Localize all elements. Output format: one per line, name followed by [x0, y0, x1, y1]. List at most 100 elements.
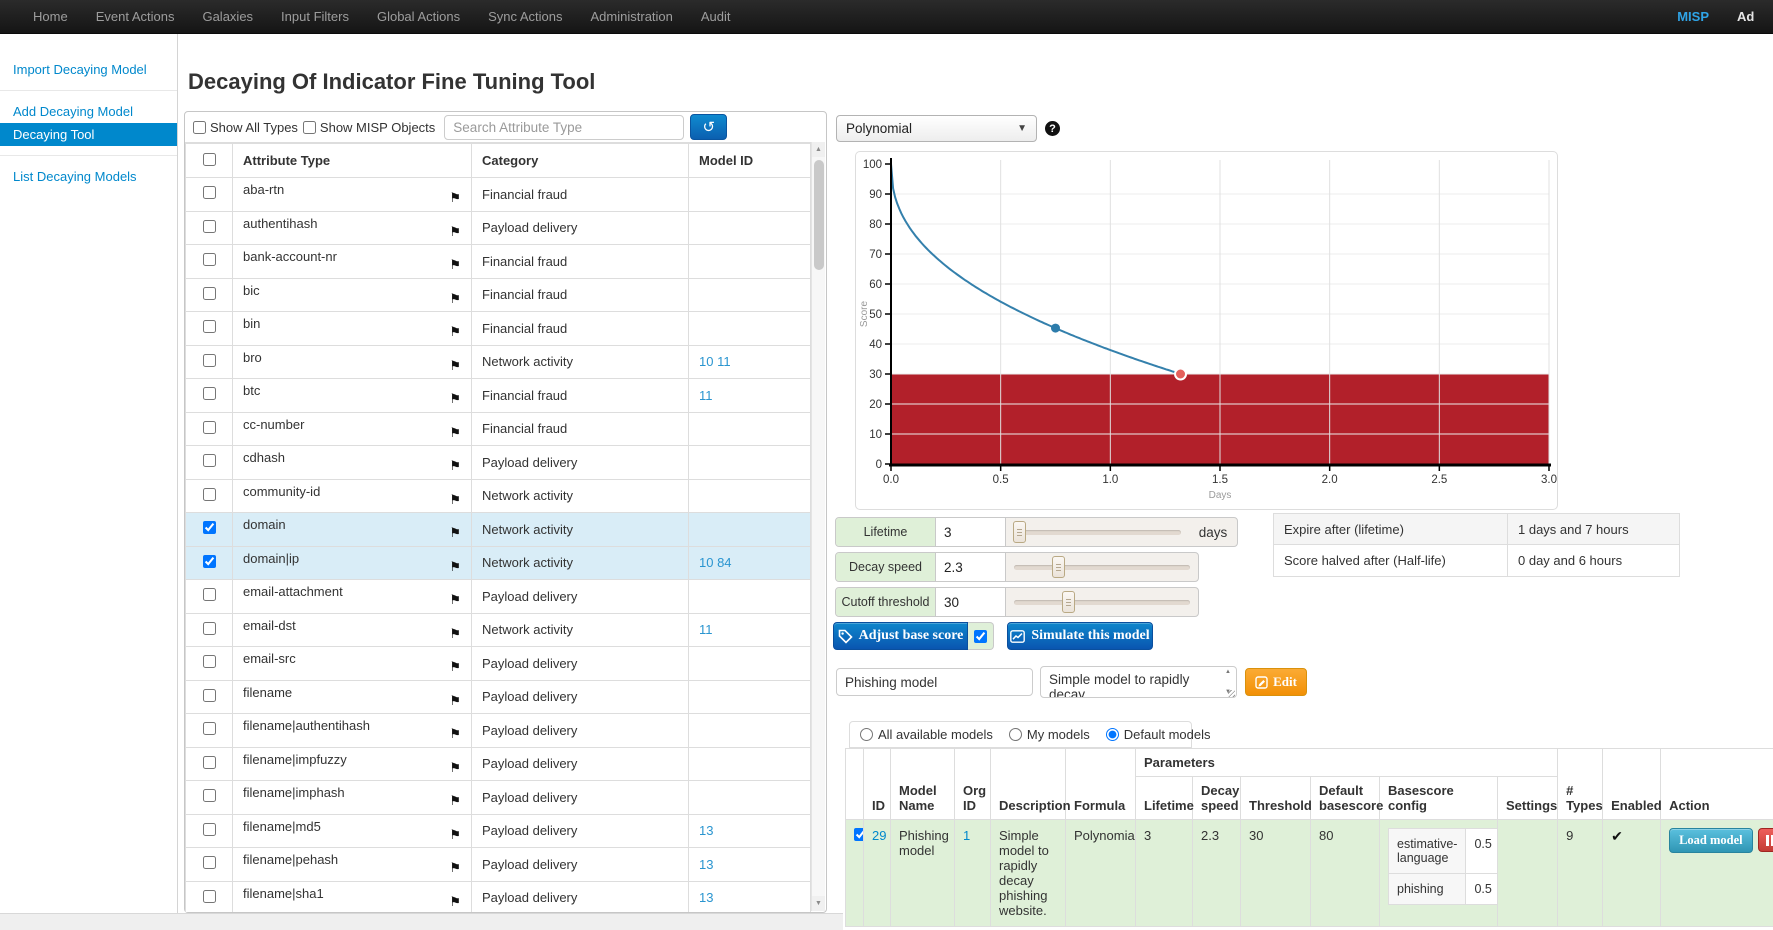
- flag-icon[interactable]: ⚑: [449, 358, 461, 374]
- attribute-row-checkbox[interactable]: [203, 186, 216, 199]
- attribute-row-checkbox[interactable]: [203, 354, 216, 367]
- user-menu-link[interactable]: Adm: [1737, 9, 1754, 24]
- model-description-textarea[interactable]: Simple model to rapidly decay: [1040, 666, 1237, 698]
- model-filter-all-available-models[interactable]: All available models: [860, 727, 993, 742]
- attribute-row-checkbox[interactable]: [203, 320, 216, 333]
- scroll-up-icon[interactable]: ▲: [812, 142, 825, 157]
- attribute-row-checkbox[interactable]: [203, 253, 216, 266]
- attribute-row-checkbox[interactable]: [203, 655, 216, 668]
- attribute-row-checkbox[interactable]: [203, 823, 216, 836]
- lifetime-slider-handle[interactable]: [1013, 521, 1026, 543]
- attribute-row-checkbox[interactable]: [203, 220, 216, 233]
- search-attribute-input[interactable]: [444, 115, 684, 140]
- nav-item-event-actions[interactable]: Event Actions: [82, 0, 189, 34]
- model-id-link[interactable]: 29: [872, 828, 886, 843]
- lifetime-input[interactable]: [936, 518, 1006, 546]
- model-id-link[interactable]: 11: [699, 388, 713, 403]
- nav-item-input-filters[interactable]: Input Filters: [267, 0, 363, 34]
- model-id-link[interactable]: 84: [713, 555, 731, 570]
- flag-icon[interactable]: ⚑: [449, 458, 461, 474]
- attribute-row-checkbox[interactable]: [203, 722, 216, 735]
- sidebar-item-add-decaying-model[interactable]: Add Decaying Model: [0, 100, 177, 123]
- flag-icon[interactable]: ⚑: [449, 324, 461, 340]
- simulate-model-button[interactable]: Simulate this model: [1007, 622, 1153, 650]
- model-id-link[interactable]: 10: [699, 555, 713, 570]
- model-filter-my-models[interactable]: My models: [1009, 727, 1090, 742]
- model-row-checkbox[interactable]: [854, 828, 864, 841]
- flag-icon[interactable]: ⚑: [449, 190, 461, 206]
- model-filter-radio[interactable]: [1009, 728, 1022, 741]
- attribute-row-checkbox[interactable]: [203, 789, 216, 802]
- model-filter-default-models[interactable]: Default models: [1106, 727, 1211, 742]
- model-id-link[interactable]: 13: [699, 857, 713, 872]
- sidebar-item-decaying-tool[interactable]: Decaying Tool: [0, 123, 177, 146]
- select-all-checkbox[interactable]: [203, 153, 216, 166]
- attribute-row-checkbox[interactable]: [203, 421, 216, 434]
- show-misp-objects-option[interactable]: Show MISP Objects: [301, 120, 435, 135]
- flag-icon[interactable]: ⚑: [449, 592, 461, 608]
- org-id-link[interactable]: 1: [963, 828, 970, 843]
- adjust-base-score-button[interactable]: Adjust base score: [833, 622, 968, 650]
- flag-icon[interactable]: ⚑: [449, 425, 461, 441]
- attribute-row-checkbox[interactable]: [203, 521, 216, 534]
- flag-icon[interactable]: ⚑: [449, 827, 461, 843]
- cutoff-threshold-input[interactable]: [936, 588, 1006, 616]
- attribute-row-checkbox[interactable]: [203, 387, 216, 400]
- attribute-row-checkbox[interactable]: [203, 890, 216, 903]
- adjust-base-score-checkbox[interactable]: [974, 630, 987, 643]
- model-id-link[interactable]: 11: [699, 622, 713, 637]
- cutoff-threshold-slider[interactable]: [1006, 588, 1198, 616]
- scroll-down-icon[interactable]: ▼: [812, 896, 825, 911]
- attribute-row-checkbox[interactable]: [203, 856, 216, 869]
- attribute-row-checkbox[interactable]: [203, 454, 216, 467]
- current-score-point[interactable]: [1051, 324, 1060, 333]
- flag-icon[interactable]: ⚑: [449, 860, 461, 876]
- flag-icon[interactable]: ⚑: [449, 391, 461, 407]
- scrollbar-thumb[interactable]: [814, 160, 824, 270]
- model-filter-radio[interactable]: [860, 728, 873, 741]
- show-all-types-option[interactable]: Show All Types: [191, 120, 298, 135]
- flag-icon[interactable]: ⚑: [449, 726, 461, 742]
- attribute-row-checkbox[interactable]: [203, 488, 216, 501]
- flag-icon[interactable]: ⚑: [449, 224, 461, 240]
- attribute-row-checkbox[interactable]: [203, 588, 216, 601]
- nav-item-audit[interactable]: Audit: [687, 0, 745, 34]
- model-filter-radio[interactable]: [1106, 728, 1119, 741]
- help-icon[interactable]: ?: [1045, 121, 1060, 136]
- nav-item-sync-actions[interactable]: Sync Actions: [474, 0, 576, 34]
- flag-icon[interactable]: ⚑: [449, 525, 461, 541]
- attribute-table-scrollbar[interactable]: ▲ ▼: [811, 142, 825, 911]
- textarea-resize-grip-icon[interactable]: [1228, 690, 1235, 697]
- lifetime-slider[interactable]: [1006, 518, 1189, 546]
- flag-icon[interactable]: ⚑: [449, 559, 461, 575]
- flag-icon[interactable]: ⚑: [449, 659, 461, 675]
- model-id-link[interactable]: 13: [699, 823, 713, 838]
- formula-select[interactable]: Polynomial ▼: [836, 115, 1037, 142]
- flag-icon[interactable]: ⚑: [449, 291, 461, 307]
- refresh-button[interactable]: ↺: [690, 114, 727, 140]
- show-all-types-checkbox[interactable]: [193, 121, 206, 134]
- attribute-row-checkbox[interactable]: [203, 287, 216, 300]
- nav-item-global-actions[interactable]: Global Actions: [363, 0, 474, 34]
- model-id-link[interactable]: 10: [699, 354, 713, 369]
- flag-icon[interactable]: ⚑: [449, 760, 461, 776]
- nav-item-galaxies[interactable]: Galaxies: [188, 0, 267, 34]
- decay-speed-slider[interactable]: [1006, 553, 1198, 581]
- attribute-row-checkbox[interactable]: [203, 689, 216, 702]
- load-model-button[interactable]: Load model: [1669, 828, 1753, 853]
- flag-icon[interactable]: ⚑: [449, 492, 461, 508]
- nav-item-administration[interactable]: Administration: [577, 0, 687, 34]
- model-name-input[interactable]: [836, 668, 1033, 696]
- attribute-row-checkbox[interactable]: [203, 622, 216, 635]
- flag-icon[interactable]: ⚑: [449, 626, 461, 642]
- nav-item-home[interactable]: Home: [19, 0, 82, 34]
- attribute-row-checkbox[interactable]: [203, 555, 216, 568]
- model-id-link[interactable]: 11: [713, 354, 730, 369]
- edit-model-button[interactable]: Edit: [1245, 668, 1307, 696]
- attribute-row-checkbox[interactable]: [203, 756, 216, 769]
- flag-icon[interactable]: ⚑: [449, 894, 461, 910]
- flag-icon[interactable]: ⚑: [449, 793, 461, 809]
- show-misp-objects-checkbox[interactable]: [303, 121, 316, 134]
- flag-icon[interactable]: ⚑: [449, 257, 461, 273]
- decay-speed-input[interactable]: [936, 553, 1006, 581]
